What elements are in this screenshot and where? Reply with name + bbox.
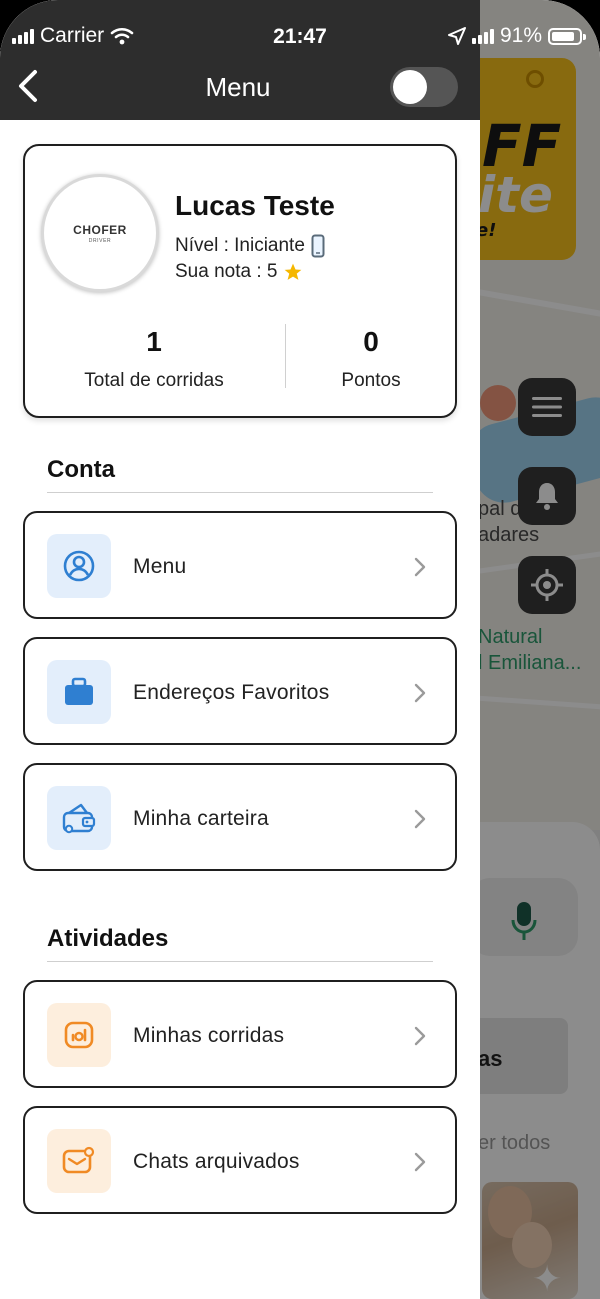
menu-item-label: Minhas corridas <box>133 1024 285 1047</box>
battery-percent: 91% <box>499 24 542 47</box>
archived-chat-icon <box>47 1129 111 1193</box>
section-divider <box>47 961 433 962</box>
user-circle-icon <box>47 534 111 598</box>
company-logo-subtext: DRIVER <box>88 237 112 244</box>
menu-item-favorite-addresses[interactable]: Endereços Favoritos <box>23 637 457 745</box>
status-bar: Carrier 21:47 91% <box>0 0 600 68</box>
status-right: 91% <box>447 24 586 48</box>
menu-item-label: Chats arquivados <box>133 1150 300 1173</box>
profile-rating-text: Sua nota : 5 <box>175 261 278 282</box>
stat-value: 1 <box>146 326 162 357</box>
menu-item-label: Endereços Favoritos <box>133 681 330 704</box>
stat-points: 0 Pontos <box>271 326 471 392</box>
wallet-icon <box>47 786 111 850</box>
toggle-knob <box>393 70 427 104</box>
chevron-right-icon <box>414 557 426 577</box>
profile-name: Lucas Teste <box>175 190 335 221</box>
profile-card[interactable]: CHOFER DRIVER Lucas Teste Nível : Inicia… <box>23 144 457 418</box>
rides-icon <box>47 1003 111 1067</box>
profile-level: Nível : Iniciante <box>175 234 325 258</box>
stat-value: 0 <box>363 326 379 357</box>
device-screen: pal de adares Natural l Emiliana... FF i… <box>0 0 600 1299</box>
menu-item-my-rides[interactable]: Minhas corridas <box>23 980 457 1088</box>
menu-item-label: Minha carteira <box>133 807 269 830</box>
stat-label: Total de corridas <box>84 370 224 391</box>
menu-item-menu[interactable]: Menu <box>23 511 457 619</box>
menu-item-archived-chats[interactable]: Chats arquivados <box>23 1106 457 1214</box>
avatar[interactable]: CHOFER DRIVER <box>41 174 159 292</box>
profile-level-text: Nível : Iniciante <box>175 235 305 256</box>
battery-icon <box>548 27 586 45</box>
chevron-right-icon <box>414 683 426 703</box>
chevron-right-icon <box>414 1026 426 1046</box>
section-title-conta: Conta <box>47 456 115 483</box>
location-arrow-icon <box>447 27 466 45</box>
company-logo-text: CHOFER <box>73 222 127 237</box>
phone-icon <box>311 234 325 258</box>
section-divider <box>47 492 433 493</box>
section-title-atividades: Atividades <box>47 925 169 952</box>
menu-item-wallet[interactable]: Minha carteira <box>23 763 457 871</box>
briefcase-icon <box>47 660 111 724</box>
star-icon <box>285 263 302 280</box>
online-toggle[interactable] <box>390 67 458 107</box>
side-drawer: Menu CHOFER DRIVER Lucas Teste Nível : I… <box>0 0 480 1299</box>
signal-icon <box>471 28 494 44</box>
profile-rating: Sua nota : 5 <box>175 261 303 283</box>
stat-total-rides: 1 Total de corridas <box>54 326 254 392</box>
stat-label: Pontos <box>341 370 401 391</box>
chevron-right-icon <box>414 1152 426 1172</box>
menu-item-label: Menu <box>133 555 187 578</box>
chevron-right-icon <box>414 809 426 829</box>
